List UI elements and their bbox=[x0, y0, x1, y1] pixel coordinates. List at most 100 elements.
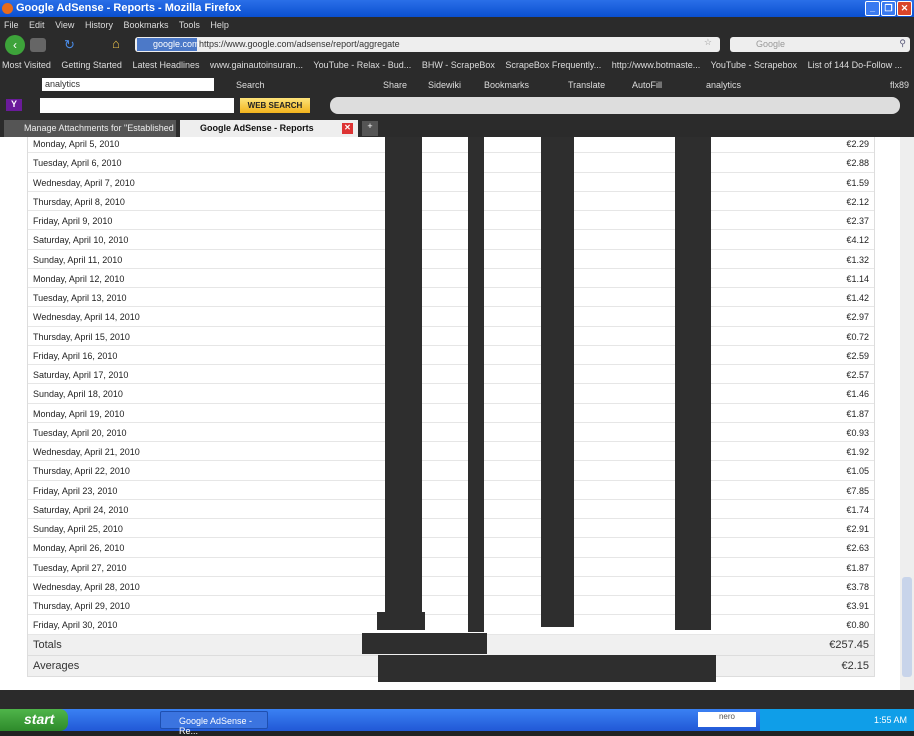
table-row: Monday, April 12, 2010 €1.14 bbox=[28, 269, 874, 288]
table-row: Tuesday, April 6, 2010 €2.88 bbox=[28, 153, 874, 173]
bookmark-item[interactable]: List of 144 Do-Follow ... bbox=[808, 60, 903, 70]
row-date: Saturday, April 10, 2010 bbox=[33, 235, 129, 246]
restore-button[interactable]: ❐ bbox=[881, 1, 896, 16]
row-earnings: €1.59 bbox=[846, 177, 869, 188]
url-bar[interactable]: google.com https://www.google.com/adsens… bbox=[135, 37, 720, 52]
menu-help[interactable]: Help bbox=[210, 20, 229, 30]
search-box[interactable]: Google ⚲ bbox=[730, 37, 910, 52]
forward-button[interactable] bbox=[30, 38, 46, 52]
autofill-button[interactable]: AutoFill bbox=[632, 80, 662, 90]
table-row: Friday, April 23, 2010 €7.85 bbox=[28, 481, 874, 500]
row-earnings: €2.37 bbox=[846, 216, 869, 226]
row-date: Monday, April 5, 2010 bbox=[33, 139, 120, 149]
translate-button[interactable]: Translate bbox=[568, 80, 605, 90]
bookmark-item[interactable]: YouTube - Scrapebox bbox=[711, 60, 797, 70]
redaction-bar bbox=[378, 655, 716, 682]
table-row: Wednesday, April 7, 2010 €1.59 bbox=[28, 173, 874, 192]
row-earnings: €2.12 bbox=[846, 196, 869, 207]
tab-label: Manage Attachments for "Established ... bbox=[24, 123, 176, 133]
row-date: Thursday, April 8, 2010 bbox=[33, 196, 125, 207]
site-identity[interactable]: google.com bbox=[137, 38, 200, 51]
row-date: Tuesday, April 27, 2010 bbox=[33, 562, 127, 573]
table-row: Wednesday, April 14, 2010 €2.97 bbox=[28, 307, 874, 327]
row-earnings: €2.59 bbox=[846, 350, 869, 361]
yahoo-icon[interactable]: Y bbox=[6, 99, 22, 111]
bookmark-item[interactable]: ScrapeBox Frequently... bbox=[505, 60, 601, 70]
account-button[interactable]: flx89 bbox=[890, 80, 909, 90]
row-date: Sunday, April 11, 2010 bbox=[33, 254, 123, 265]
share-button[interactable]: Share bbox=[383, 80, 407, 90]
bookmarks-button[interactable]: Bookmarks bbox=[484, 80, 529, 90]
back-button[interactable]: ‹ bbox=[5, 35, 25, 55]
row-date: Friday, April 23, 2010 bbox=[33, 485, 118, 496]
tab-adsense-reports[interactable]: Google AdSense - Reports ✕ bbox=[180, 120, 358, 137]
row-date: Friday, April 30, 2010 bbox=[33, 620, 118, 631]
row-earnings: €2.57 bbox=[846, 370, 869, 380]
table-row: Tuesday, April 20, 2010 €0.93 bbox=[28, 423, 874, 442]
table-row: Saturday, April 17, 2010 €2.57 bbox=[28, 365, 874, 385]
row-earnings: €1.32 bbox=[846, 254, 869, 265]
row-date: Wednesday, April 28, 2010 bbox=[33, 581, 140, 592]
bookmark-item[interactable]: BHW - ScrapeBox bbox=[422, 60, 495, 70]
menu-bookmarks[interactable]: Bookmarks bbox=[123, 20, 168, 30]
sidewiki-button[interactable]: Sidewiki bbox=[428, 80, 461, 90]
close-button[interactable]: ✕ bbox=[897, 1, 912, 16]
menu-edit[interactable]: Edit bbox=[29, 20, 45, 30]
menu-history[interactable]: History bbox=[85, 20, 113, 30]
bookmarks-bar: Most Visited Getting Started Latest Head… bbox=[0, 56, 914, 75]
row-date: Wednesday, April 7, 2010 bbox=[33, 177, 135, 188]
row-earnings: €1.92 bbox=[846, 447, 869, 457]
nero-search[interactable]: nero bbox=[698, 712, 756, 727]
bookmark-item[interactable]: Getting Started bbox=[61, 60, 122, 70]
row-earnings: €3.91 bbox=[846, 601, 869, 611]
row-date: Friday, April 16, 2010 bbox=[33, 350, 118, 361]
table-row: Tuesday, April 27, 2010 €1.87 bbox=[28, 558, 874, 577]
yahoo-search-input[interactable] bbox=[40, 98, 234, 113]
status-bar bbox=[0, 690, 914, 709]
clock: 1:55 AM bbox=[874, 715, 908, 725]
row-date: Monday, April 19, 2010 bbox=[33, 408, 125, 419]
vertical-scrollbar[interactable] bbox=[900, 137, 914, 690]
google-search-button[interactable]: Search bbox=[236, 80, 265, 90]
star-icon[interactable]: ☆ bbox=[704, 37, 712, 48]
table-row: Thursday, April 15, 2010 €0.72 bbox=[28, 327, 874, 346]
bookmark-item[interactable]: www.gainautoinsuran... bbox=[210, 60, 303, 70]
row-earnings: €1.87 bbox=[846, 408, 869, 419]
row-earnings: €1.74 bbox=[846, 504, 869, 515]
home-icon[interactable]: ⌂ bbox=[112, 36, 120, 51]
query-text: analytics bbox=[45, 79, 81, 89]
taskbar-firefox-window[interactable]: Google AdSense - Re... bbox=[160, 711, 268, 736]
row-date: Tuesday, April 20, 2010 bbox=[33, 427, 127, 438]
row-earnings: €0.72 bbox=[846, 331, 869, 342]
menu-file[interactable]: File bbox=[4, 20, 19, 30]
row-date: Saturday, April 24, 2010 bbox=[33, 504, 129, 515]
reload-icon[interactable]: ↻ bbox=[64, 37, 75, 53]
minimize-button[interactable]: _ bbox=[865, 1, 880, 16]
magnifier-icon[interactable]: ⚲ bbox=[899, 38, 906, 49]
web-search-button[interactable]: WEB SEARCH bbox=[240, 98, 310, 113]
table-row: Monday, April 26, 2010 €2.63 bbox=[28, 538, 874, 558]
bookmark-item[interactable]: Latest Headlines bbox=[132, 60, 199, 70]
tab-bar: Manage Attachments for "Established ... … bbox=[0, 117, 914, 137]
bookmark-item[interactable]: http://www.botmaste... bbox=[612, 60, 701, 70]
tab-manage-attachments[interactable]: Manage Attachments for "Established ... bbox=[4, 120, 176, 137]
menu-view[interactable]: View bbox=[55, 20, 74, 30]
table-row: Sunday, April 11, 2010 €1.32 bbox=[28, 250, 874, 269]
row-date: Thursday, April 29, 2010 bbox=[33, 601, 130, 611]
row-date: Sunday, April 25, 2010 bbox=[33, 524, 123, 534]
analytics-button[interactable]: analytics bbox=[706, 80, 741, 90]
start-button[interactable]: start bbox=[0, 709, 68, 731]
row-earnings: €2.63 bbox=[846, 543, 869, 554]
menu-tools[interactable]: Tools bbox=[179, 20, 200, 30]
scrollbar-thumb[interactable] bbox=[902, 577, 912, 677]
close-tab-icon[interactable]: ✕ bbox=[342, 123, 353, 134]
system-tray: nero 1:55 AM bbox=[698, 709, 914, 731]
new-tab-button[interactable]: + bbox=[362, 121, 378, 136]
search-placeholder: Google bbox=[756, 39, 786, 49]
row-earnings: €1.87 bbox=[846, 562, 869, 573]
bookmark-item[interactable]: YouTube - Relax - Bud... bbox=[313, 60, 411, 70]
totals-row-value: €257.45 bbox=[829, 638, 869, 651]
google-toolbar-input[interactable]: analytics bbox=[42, 78, 214, 91]
bookmark-item[interactable]: Most Visited bbox=[2, 60, 51, 70]
table-row: Wednesday, April 21, 2010 €1.92 bbox=[28, 442, 874, 462]
